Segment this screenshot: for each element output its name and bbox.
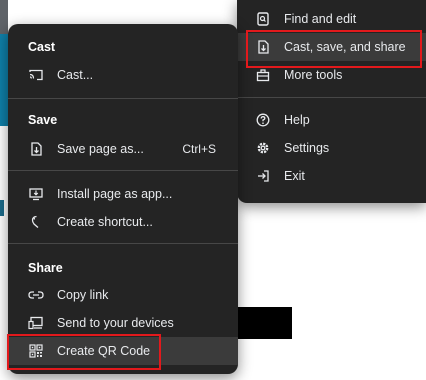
submenu-item-label: Send to your devices xyxy=(57,316,174,330)
background-page xyxy=(0,0,8,34)
section-title-cast: Cast xyxy=(28,40,56,54)
shortcut-icon xyxy=(28,214,44,230)
menu-divider xyxy=(8,243,238,244)
menu-item-label: Find and edit xyxy=(284,12,357,26)
submenu-item-copy-link[interactable]: Copy link xyxy=(8,281,238,309)
find-edit-icon xyxy=(255,11,271,27)
menu-item-find-and-edit[interactable]: Find and edit xyxy=(237,5,426,33)
section-title-save: Save xyxy=(28,113,58,127)
toolbox-icon xyxy=(255,67,271,83)
menu-item-settings[interactable]: Settings xyxy=(237,134,426,162)
submenu-item-cast[interactable]: Cast... xyxy=(8,61,238,89)
submenu-item-label: Cast... xyxy=(57,68,94,82)
submenu-item-send-to-devices[interactable]: Send to your devices xyxy=(8,309,238,337)
exit-icon xyxy=(255,168,271,184)
save-page-icon xyxy=(28,141,44,157)
submenu-item-label: Install page as app... xyxy=(57,187,173,201)
background-accent xyxy=(0,200,4,216)
menu-divider xyxy=(8,98,238,99)
highlight-box-create-qr-code xyxy=(7,334,161,370)
submenu-item-label: Create shortcut... xyxy=(57,215,153,229)
menu-divider xyxy=(8,170,238,171)
section-title-share: Share xyxy=(28,261,63,275)
cast-save-share-submenu: Cast Cast... Save Save page as... Ctrl+S… xyxy=(8,24,238,374)
menu-item-label: Exit xyxy=(284,169,305,183)
submenu-item-label: Copy link xyxy=(57,288,109,302)
submenu-item-install-app[interactable]: Install page as app... xyxy=(8,180,238,208)
submenu-item-save-page-as[interactable]: Save page as... Ctrl+S xyxy=(8,135,238,163)
background-block xyxy=(236,307,292,339)
gear-icon xyxy=(255,140,271,156)
highlight-box-cast-save-share xyxy=(246,30,422,68)
menu-item-exit[interactable]: Exit xyxy=(237,162,426,190)
menu-item-help[interactable]: Help xyxy=(237,106,426,134)
menu-item-label: Settings xyxy=(284,141,330,155)
help-icon xyxy=(255,112,271,128)
submenu-item-label: Save page as... xyxy=(57,142,144,156)
link-icon xyxy=(28,287,44,303)
keyboard-shortcut: Ctrl+S xyxy=(182,142,216,156)
menu-item-label: More tools xyxy=(284,68,343,82)
menu-item-label: Help xyxy=(284,113,310,127)
install-app-icon xyxy=(28,186,44,202)
menu-divider xyxy=(237,97,426,98)
cast-icon xyxy=(28,67,44,83)
devices-icon xyxy=(28,315,44,331)
submenu-item-create-shortcut[interactable]: Create shortcut... xyxy=(8,208,238,236)
